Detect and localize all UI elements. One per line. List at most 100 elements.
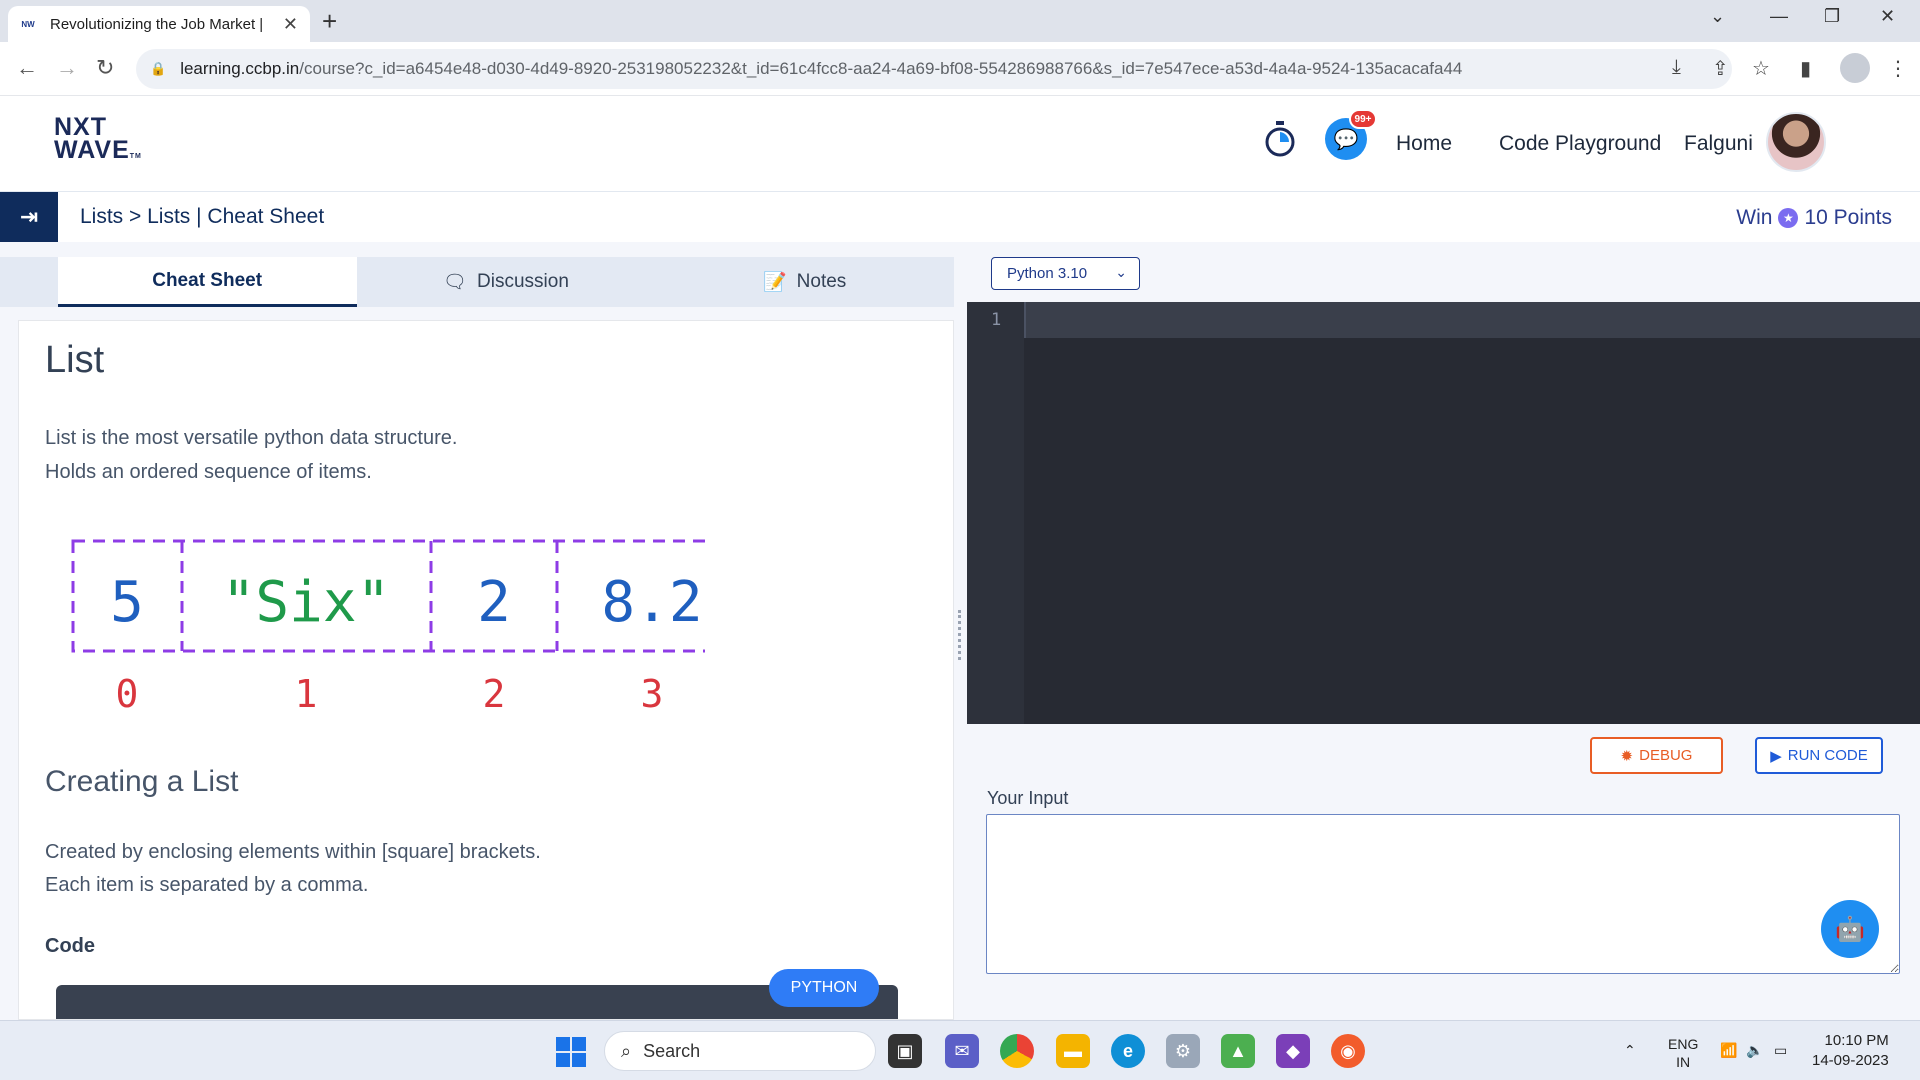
input-label: Your Input <box>987 788 1069 808</box>
nav-home-link[interactable]: Home <box>1396 132 1452 156</box>
forward-icon[interactable]: → <box>56 55 78 81</box>
url-path: /course?c_id=a6454e48-d030-4d49-8920-253… <box>299 59 1463 78</box>
diagram-index-3: 3 <box>641 672 664 716</box>
new-tab-icon[interactable]: + <box>322 6 337 37</box>
debug-button[interactable]: ✹ DEBUG <box>1590 737 1723 774</box>
user-name[interactable]: Falguni <box>1684 132 1753 156</box>
browser-tab[interactable]: NW Revolutionizing the Job Market | ✕ <box>8 6 310 42</box>
diagram-index-2: 2 <box>483 672 506 716</box>
user-avatar[interactable] <box>1766 112 1826 172</box>
tabs-spacer <box>0 257 58 307</box>
share-icon[interactable]: ⇪ <box>1712 56 1729 81</box>
tab-search-chevron-icon[interactable]: ⌄ <box>1710 6 1725 27</box>
coin-icon: ★ <box>1778 208 1799 228</box>
intro-line-1: List is the most versatile python data s… <box>45 427 458 449</box>
language-line-2: IN <box>1676 1054 1691 1070</box>
chrome-icon[interactable] <box>1000 1034 1034 1068</box>
diagram-value-2: 2 <box>477 570 511 635</box>
close-window-icon[interactable]: ✕ <box>1880 6 1895 27</box>
nav-code-playground-link[interactable]: Code Playground <box>1499 132 1661 156</box>
site-favicon-icon: NW <box>21 19 35 29</box>
python-language-badge: PYTHON <box>769 969 879 1007</box>
editor-gutter <box>967 302 1024 724</box>
list-index-diagram: 5 "Six" 2 8.2 0 1 2 3 <box>71 539 705 716</box>
code-editor[interactable]: 1 <box>967 302 1920 724</box>
back-icon[interactable]: ← <box>16 55 38 81</box>
browser-profile-icon[interactable] <box>1840 53 1870 83</box>
code-label: Code <box>45 935 95 957</box>
close-tab-icon[interactable]: ✕ <box>283 14 298 35</box>
tab-discussion[interactable]: 🗨 Discussion <box>357 257 656 307</box>
input-textarea[interactable] <box>986 814 1900 974</box>
address-toolbar: ← → ↻ 🔒 learning.ccbp.in/course?c_id=a64… <box>0 42 1920 96</box>
diagram-index-0: 0 <box>116 672 139 716</box>
run-code-label: RUN CODE <box>1787 747 1868 764</box>
windows-taskbar: ⌕ Search ▣ ✉ ▬ e ⚙ ▲ ◆ ◉ ⌃ ENG IN 📶 🔈 ▭ … <box>0 1020 1920 1080</box>
minimize-icon[interactable]: — <box>1770 6 1788 27</box>
content-tabs: Cheat Sheet 🗨 Discussion 📝 Notes <box>0 257 954 307</box>
visual-studio-icon[interactable]: ◆ <box>1276 1034 1310 1068</box>
clock-date: 14-09-2023 <box>1812 1052 1889 1069</box>
settings-gear-icon[interactable]: ⚙ <box>1166 1034 1200 1068</box>
diagram-index-1: 1 <box>295 672 318 716</box>
url-bar[interactable]: 🔒 learning.ccbp.in/course?c_id=a6454e48-… <box>136 49 1732 89</box>
section-title: Creating a List <box>45 765 239 798</box>
tab-cheat-sheet[interactable]: Cheat Sheet <box>57 257 357 307</box>
search-icon: ⌕ <box>621 1040 632 1061</box>
browser-menu-icon[interactable]: ⋮ <box>1888 56 1908 81</box>
diagram-value-0: 5 <box>110 570 144 635</box>
tab-notes-label: Notes <box>796 271 847 292</box>
clock-time: 10:10 PM <box>1824 1032 1889 1049</box>
language-indicator[interactable]: ENG IN <box>1668 1035 1698 1071</box>
taskbar-search[interactable]: ⌕ Search <box>604 1031 876 1071</box>
taskbar-search-placeholder: Search <box>643 1040 701 1061</box>
sidebar-toggle-button[interactable]: ⇥ <box>0 192 58 242</box>
nxtwave-logo[interactable]: NXT WAVETM <box>54 115 142 168</box>
notification-badge: 99+ <box>1349 109 1377 129</box>
file-explorer-icon[interactable]: ▬ <box>1056 1034 1090 1068</box>
clock[interactable]: 10:10 PM 14-09-2023 <box>1812 1031 1889 1071</box>
tab-title: Revolutionizing the Job Market | <box>50 15 264 33</box>
windows-start-icon[interactable] <box>556 1037 586 1067</box>
language-select-value: Python 3.10 <box>1007 265 1088 282</box>
language-select[interactable]: Python 3.10 ⌄ <box>991 257 1140 290</box>
edge-icon[interactable]: e <box>1111 1034 1145 1068</box>
volume-icon[interactable]: 🔈 <box>1746 1041 1763 1059</box>
diagram-value-1: "Six" <box>222 570 391 635</box>
side-panel-icon[interactable]: ▮ <box>1800 56 1811 81</box>
points-prefix: Win <box>1736 206 1773 229</box>
breadcrumb-bar: ⇥ Lists > Lists | Cheat Sheet Win ★ 10 P… <box>0 192 1920 242</box>
debug-label: DEBUG <box>1639 747 1693 764</box>
tray-chevron-up-icon[interactable]: ⌃ <box>1624 1041 1636 1059</box>
editor-active-line[interactable] <box>1024 302 1920 338</box>
firefox-icon[interactable]: ◉ <box>1331 1034 1365 1068</box>
teams-chat-icon[interactable]: ✉ <box>945 1034 979 1068</box>
points-reward: Win ★ 10 Points <box>1736 206 1892 230</box>
notes-icon: 📝 <box>762 272 787 293</box>
tab-cheat-sheet-label: Cheat Sheet <box>152 269 263 291</box>
intro-line-2: Holds an ordered sequence of items. <box>45 461 372 483</box>
cheat-sheet-content[interactable]: List List is the most versatile python d… <box>18 320 954 1020</box>
image-app-icon[interactable]: ▲ <box>1221 1034 1255 1068</box>
section-line-2: Each item is separated by a comma. <box>45 874 369 896</box>
browser-tab-bar: NW Revolutionizing the Job Market | ✕ + … <box>0 0 1920 42</box>
restore-icon[interactable]: ❐ <box>1824 6 1840 27</box>
run-code-button[interactable]: ▶ RUN CODE <box>1755 737 1883 774</box>
battery-icon[interactable]: ▭ <box>1774 1041 1787 1059</box>
expand-sidebar-icon: ⇥ <box>19 204 39 229</box>
logo-line-2: WAVE <box>54 136 130 164</box>
reload-icon[interactable]: ↻ <box>96 55 114 81</box>
task-view-icon[interactable]: ▣ <box>888 1034 922 1068</box>
install-icon[interactable]: ⤓ <box>1672 56 1681 79</box>
tab-notes[interactable]: 📝 Notes <box>655 257 954 307</box>
panel-resize-handle[interactable] <box>958 610 962 660</box>
bookmark-star-icon[interactable]: ☆ <box>1752 56 1770 81</box>
wifi-icon[interactable]: 📶 <box>1720 1041 1737 1059</box>
line-number: 1 <box>991 310 1002 330</box>
timer-icon[interactable] <box>1264 120 1296 158</box>
points-value: 10 Points <box>1804 206 1892 229</box>
chatbot-icon[interactable]: 🤖 <box>1821 900 1879 958</box>
section-line-1: Created by enclosing elements within [sq… <box>45 841 541 863</box>
breadcrumb[interactable]: Lists > Lists | Cheat Sheet <box>80 205 324 229</box>
diagram-value-3: 8.2 <box>601 570 702 635</box>
